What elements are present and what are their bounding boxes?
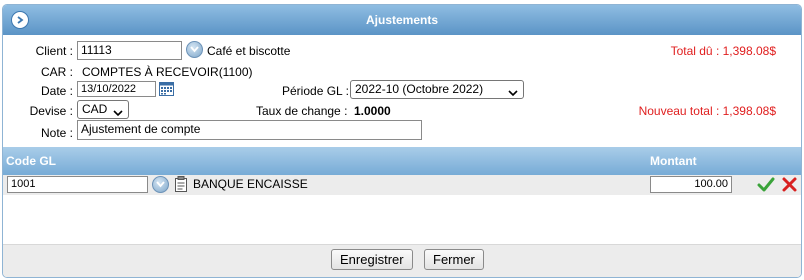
car-value: COMPTES À RECEVOIR(1100) xyxy=(82,65,253,79)
periode-selected-value: 2022-10 (Octobre 2022) xyxy=(355,82,484,96)
footer: Enregistrer Fermer xyxy=(3,245,801,277)
code-gl-lookup-icon[interactable] xyxy=(152,176,169,193)
table-row: 1001 BANQUE ENCAISSE 100.00 xyxy=(3,175,801,195)
delete-x-icon[interactable] xyxy=(781,176,798,193)
note-input[interactable]: Ajustement de compte xyxy=(77,120,422,140)
car-label: CAR : xyxy=(40,65,73,79)
total-due: Total dû : 1,398.08$ xyxy=(670,44,776,58)
periode-select[interactable]: 2022-10 (Octobre 2022) xyxy=(350,80,524,99)
date-input[interactable]: 13/10/2022 xyxy=(77,81,156,97)
devise-select[interactable]: CAD xyxy=(77,100,129,119)
code-gl-input[interactable]: 1001 xyxy=(7,176,148,193)
column-montant[interactable]: Montant xyxy=(650,154,697,168)
taux-label: Taux de change : xyxy=(256,104,348,118)
notes-icon[interactable] xyxy=(173,176,189,193)
column-code-gl[interactable]: Code GL xyxy=(6,154,56,168)
montant-input[interactable]: 100.00 xyxy=(650,176,732,193)
periode-label: Période GL : xyxy=(282,84,349,98)
calendar-icon[interactable] xyxy=(159,81,174,96)
title-bar: Ajustements xyxy=(3,5,801,35)
new-total: Nouveau total : 1,398.08$ xyxy=(638,104,776,118)
chevron-down-icon xyxy=(508,86,518,101)
grid-empty-area xyxy=(3,195,801,245)
ajustements-panel: Ajustements Client : 11113 Café et bisco… xyxy=(2,4,802,278)
chevron-down-icon xyxy=(113,106,123,121)
grid-header: Code GL Montant xyxy=(3,147,801,175)
gl-account-description: BANQUE ENCAISSE xyxy=(193,177,308,191)
devise-label: Devise : xyxy=(29,104,73,118)
collapse-toggle-icon[interactable] xyxy=(11,11,29,29)
date-label: Date : xyxy=(40,84,73,98)
devise-selected-value: CAD xyxy=(82,102,108,116)
note-label: Note : xyxy=(40,126,73,140)
client-name: Café et biscotte xyxy=(207,44,291,58)
window-title: Ajustements xyxy=(365,13,439,27)
confirm-check-icon[interactable] xyxy=(757,176,775,193)
client-lookup-icon[interactable] xyxy=(186,41,203,58)
taux-value: 1.0000 xyxy=(354,104,391,118)
save-button[interactable]: Enregistrer xyxy=(331,249,413,270)
close-button[interactable]: Fermer xyxy=(424,249,484,270)
client-label: Client : xyxy=(35,44,73,58)
client-input[interactable]: 11113 xyxy=(77,41,182,60)
